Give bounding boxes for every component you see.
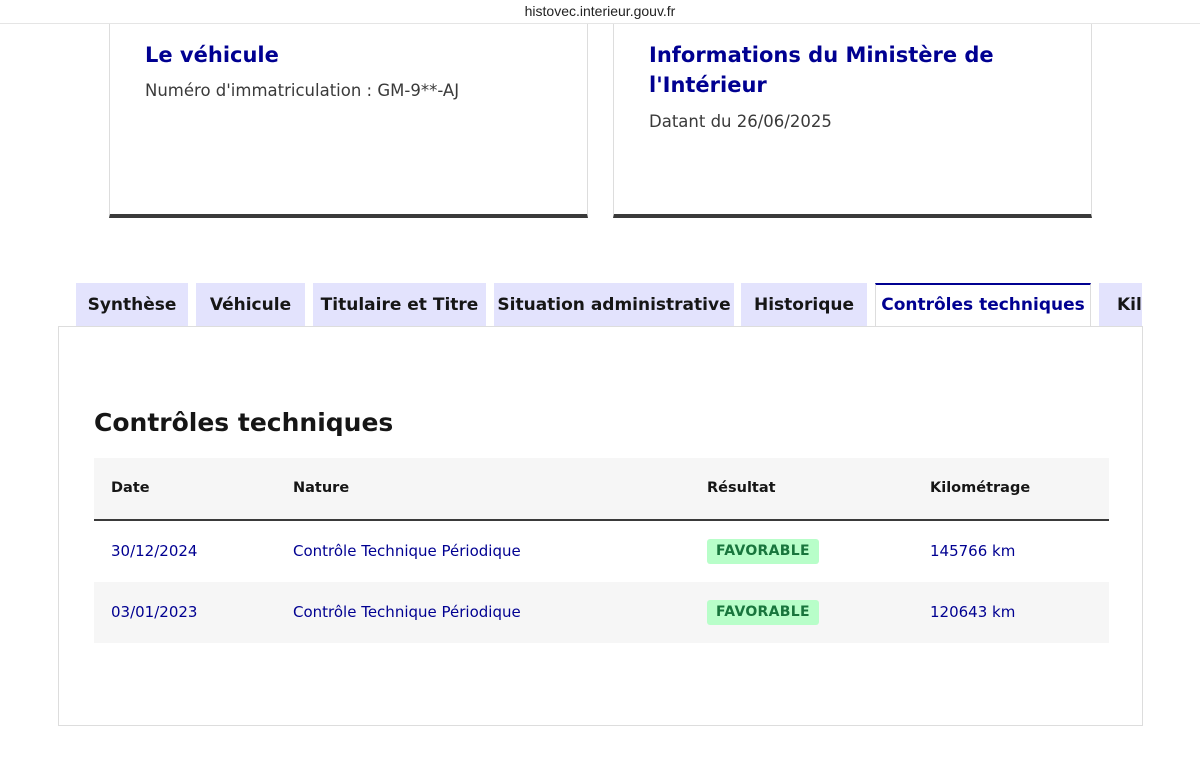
- inspections-table: Date Nature Résultat Kilométrage 30/12/2…: [94, 458, 1109, 643]
- ministry-card: Informations du Ministère de l'Intérieur…: [613, 24, 1092, 218]
- ministry-card-title: Informations du Ministère de l'Intérieur: [649, 43, 994, 97]
- vehicle-card: Le véhicule Numéro d'immatriculation : G…: [109, 24, 588, 218]
- tab-controles-techniques[interactable]: Contrôles techniques: [875, 283, 1091, 327]
- address-bar[interactable]: histovec.interieur.gouv.fr: [0, 0, 1200, 24]
- url-text: histovec.interieur.gouv.fr: [524, 3, 676, 19]
- cell-date: 03/01/2023: [111, 603, 198, 621]
- result-badge: FAVORABLE: [707, 539, 819, 564]
- tab-historique[interactable]: Historique: [741, 283, 867, 327]
- cell-nature: Contrôle Technique Périodique: [293, 603, 521, 621]
- section-title: Contrôles techniques: [94, 408, 394, 437]
- table-row: 30/12/2024 Contrôle Technique Périodique…: [94, 521, 1109, 582]
- vehicle-card-title: Le véhicule: [145, 43, 279, 67]
- result-badge: FAVORABLE: [707, 600, 819, 625]
- table-row: 03/01/2023 Contrôle Technique Périodique…: [94, 582, 1109, 643]
- header-resultat: Résultat: [707, 480, 776, 496]
- tab-kilometrage[interactable]: Kilométrage: [1099, 283, 1142, 327]
- tab-bar: Synthèse Véhicule Titulaire et Titre Sit…: [58, 283, 1142, 327]
- tab-synthese[interactable]: Synthèse: [76, 283, 188, 327]
- tab-titulaire-titre[interactable]: Titulaire et Titre: [313, 283, 486, 327]
- tab-situation-administrative[interactable]: Situation administrative: [494, 283, 734, 327]
- data-date: Datant du 26/06/2025: [649, 112, 832, 131]
- header-kilometrage: Kilométrage: [930, 480, 1031, 496]
- cell-mileage: 145766 km: [930, 542, 1016, 560]
- header-date: Date: [111, 480, 150, 496]
- cell-mileage: 120643 km: [930, 603, 1016, 621]
- cell-date: 30/12/2024: [111, 542, 198, 560]
- tab-panel: Contrôles techniques Date Nature Résulta…: [58, 326, 1143, 726]
- tab-vehicule[interactable]: Véhicule: [196, 283, 305, 327]
- registration-number: Numéro d'immatriculation : GM-9**-AJ: [145, 81, 460, 100]
- cell-nature: Contrôle Technique Périodique: [293, 542, 521, 560]
- table-header: Date Nature Résultat Kilométrage: [94, 458, 1109, 521]
- header-nature: Nature: [293, 480, 350, 496]
